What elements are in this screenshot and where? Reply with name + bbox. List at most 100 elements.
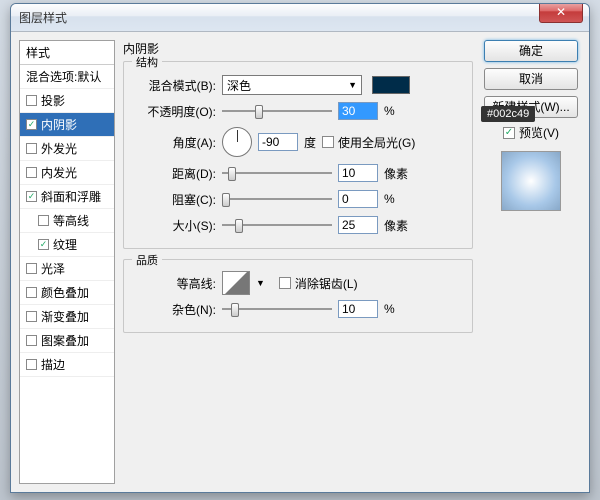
dialog-body: 样式 混合选项:默认 投影 ✓ 内阴影外发光内发光 ✓ 斜面和浮雕等高线 ✓纹理光泽颜色叠… xyxy=(19,40,581,484)
noise-slider[interactable] xyxy=(222,301,332,317)
style-item-label: 渐变叠加 xyxy=(41,308,89,325)
style-item-8[interactable]: 颜色叠加 xyxy=(20,281,114,305)
global-light-label: 使用全局光(G) xyxy=(338,134,415,151)
checkbox-icon[interactable]: ✓ xyxy=(26,191,37,202)
noise-row: 杂色(N): 10 % xyxy=(138,296,462,322)
blend-mode-label: 混合模式(B): xyxy=(138,77,216,94)
style-item-label: 内阴影 xyxy=(41,116,77,133)
angle-dial[interactable] xyxy=(222,127,252,157)
panel-title: 内阴影 xyxy=(123,40,473,57)
checkbox-icon[interactable] xyxy=(26,359,37,370)
preview-thumbnail xyxy=(501,151,561,211)
contour-picker[interactable] xyxy=(222,271,250,295)
angle-input[interactable]: -90 xyxy=(258,133,298,151)
style-item-3[interactable]: 内发光 xyxy=(20,161,114,185)
structure-label: 结构 xyxy=(132,54,162,70)
color-tooltip: #002c49 xyxy=(481,106,535,122)
opacity-row: 不透明度(O): 30 % xyxy=(138,98,462,124)
checkbox-icon[interactable] xyxy=(26,335,37,346)
checkbox-icon xyxy=(322,136,334,148)
blend-mode-select[interactable]: 深色 ▼ xyxy=(222,75,362,95)
chevron-down-icon: ▼ xyxy=(348,80,357,90)
blend-mode-value: 深色 xyxy=(227,77,251,94)
global-light-checkbox[interactable]: 使用全局光(G) xyxy=(322,134,415,151)
choke-unit: % xyxy=(384,192,395,206)
style-item-6[interactable]: ✓纹理 xyxy=(20,233,114,257)
style-item-2[interactable]: 外发光 xyxy=(20,137,114,161)
checkbox-icon[interactable] xyxy=(26,311,37,322)
opacity-label: 不透明度(O): xyxy=(138,103,216,120)
size-input[interactable]: 25 xyxy=(338,216,378,234)
style-item-11[interactable]: 描边 xyxy=(20,353,114,377)
size-row: 大小(S): 25 像素 xyxy=(138,212,462,238)
angle-unit: 度 xyxy=(304,134,316,151)
contour-row: 等高线: ▼ 消除锯齿(L) xyxy=(138,270,462,296)
opacity-input[interactable]: 30 xyxy=(338,102,378,120)
window-title: 图层样式 xyxy=(19,9,67,26)
noise-label: 杂色(N): xyxy=(138,301,216,318)
choke-label: 阻塞(C): xyxy=(138,191,216,208)
style-item-0[interactable]: 投影 xyxy=(20,89,114,113)
angle-label: 角度(A): xyxy=(138,134,216,151)
style-item-label: 外发光 xyxy=(41,140,77,157)
quality-label: 品质 xyxy=(132,252,162,268)
choke-input[interactable]: 0 xyxy=(338,190,378,208)
style-item-label: 等高线 xyxy=(53,212,89,229)
size-unit: 像素 xyxy=(384,217,408,234)
antialias-checkbox[interactable]: 消除锯齿(L) xyxy=(279,275,358,292)
checkbox-icon xyxy=(279,277,291,289)
style-item-5[interactable]: 等高线 xyxy=(20,209,114,233)
distance-slider[interactable] xyxy=(222,165,332,181)
checkbox-icon[interactable] xyxy=(38,215,49,226)
style-item-label: 投影 xyxy=(41,92,65,109)
color-swatch[interactable] xyxy=(372,76,410,94)
style-item-7[interactable]: 光泽 xyxy=(20,257,114,281)
checkbox-icon[interactable]: ✓ xyxy=(26,119,37,130)
title-bar[interactable]: 图层样式 ✕ xyxy=(11,4,589,32)
blend-mode-row: 混合模式(B): 深色 ▼ xyxy=(138,72,462,98)
style-item-4[interactable]: ✓ 斜面和浮雕 xyxy=(20,185,114,209)
cancel-button[interactable]: 取消 xyxy=(484,68,578,90)
style-item-label: 光泽 xyxy=(41,260,65,277)
checkbox-icon[interactable] xyxy=(26,167,37,178)
style-item-label: 颜色叠加 xyxy=(41,284,89,301)
opacity-slider[interactable] xyxy=(222,103,332,119)
preview-checkbox[interactable]: ✓ 预览(V) xyxy=(503,124,559,141)
quality-group: 品质 等高线: ▼ 消除锯齿(L) 杂色(N): 10 % xyxy=(123,259,473,333)
noise-input[interactable]: 10 xyxy=(338,300,378,318)
antialias-label: 消除锯齿(L) xyxy=(295,275,358,292)
distance-input[interactable]: 10 xyxy=(338,164,378,182)
checkbox-icon[interactable] xyxy=(26,143,37,154)
main-panel: 内阴影 结构 混合模式(B): 深色 ▼ 不透明度(O): 30 % xyxy=(123,40,473,484)
style-item-10[interactable]: 图案叠加 xyxy=(20,329,114,353)
noise-unit: % xyxy=(384,302,395,316)
distance-unit: 像素 xyxy=(384,165,408,182)
close-icon: ✕ xyxy=(556,5,566,19)
opacity-unit: % xyxy=(384,104,395,118)
style-item-9[interactable]: 渐变叠加 xyxy=(20,305,114,329)
checkbox-icon[interactable] xyxy=(26,287,37,298)
checkbox-icon[interactable] xyxy=(26,95,37,106)
structure-group: 结构 混合模式(B): 深色 ▼ 不透明度(O): 30 % 角度( xyxy=(123,61,473,249)
style-item-label: 斜面和浮雕 xyxy=(41,188,101,205)
contour-label: 等高线: xyxy=(138,275,216,292)
checkbox-icon[interactable] xyxy=(26,263,37,274)
style-item-label: 图案叠加 xyxy=(41,332,89,349)
close-button[interactable]: ✕ xyxy=(539,4,583,23)
choke-slider[interactable] xyxy=(222,191,332,207)
angle-row: 角度(A): -90 度 使用全局光(G) xyxy=(138,124,462,160)
chevron-down-icon[interactable]: ▼ xyxy=(256,278,265,288)
ok-button[interactable]: 确定 xyxy=(484,40,578,62)
distance-label: 距离(D): xyxy=(138,165,216,182)
style-list: 样式 混合选项:默认 投影 ✓ 内阴影外发光内发光 ✓ 斜面和浮雕等高线 ✓纹理光泽颜色叠… xyxy=(19,40,115,484)
checkbox-icon: ✓ xyxy=(503,127,515,139)
choke-row: 阻塞(C): 0 % xyxy=(138,186,462,212)
layer-style-dialog: 图层样式 ✕ 样式 混合选项:默认 投影 ✓ 内阴影外发光内发光 ✓ 斜面和浮雕等高线 ✓… xyxy=(10,3,590,493)
blend-options-item[interactable]: 混合选项:默认 xyxy=(20,65,114,89)
style-item-1[interactable]: ✓ 内阴影 xyxy=(20,113,114,137)
style-item-label: 描边 xyxy=(41,356,65,373)
style-list-header[interactable]: 样式 xyxy=(20,41,114,65)
style-item-label: 内发光 xyxy=(41,164,77,181)
checkbox-icon[interactable]: ✓ xyxy=(38,239,49,250)
size-slider[interactable] xyxy=(222,217,332,233)
